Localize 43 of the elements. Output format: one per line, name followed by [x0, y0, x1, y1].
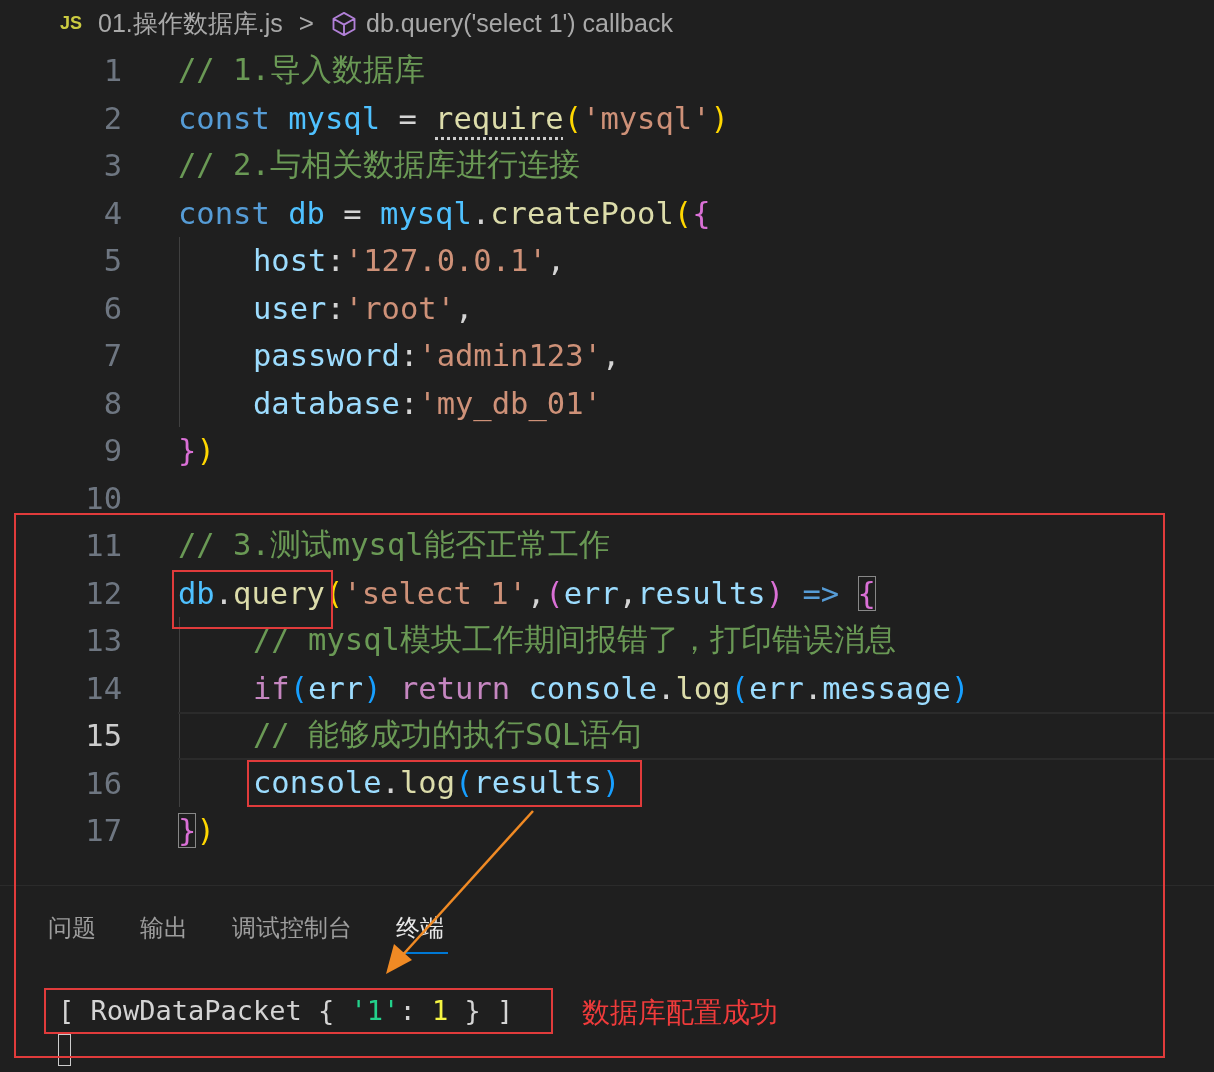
line-number: 6 [102, 290, 122, 326]
cube-icon [330, 9, 358, 38]
line-number: 10 [84, 480, 122, 516]
breadcrumb-symbol[interactable]: db.query('select 1') callback [366, 9, 673, 38]
code-line: console.log(results) [253, 764, 621, 800]
code-line: // 1.导入数据库 [178, 51, 425, 90]
code-line: if(err) return console.log(err.message) [253, 670, 970, 706]
line-number: 13 [84, 623, 122, 659]
code-line: password:'admin123', [253, 338, 621, 374]
panel-tab[interactable]: 输出 [136, 907, 192, 954]
terminal-output: [ RowDataPacket { '1': 1 } ] [58, 994, 514, 1026]
code-line: // mysql模块工作期间报错了，打印错误消息 [253, 621, 896, 660]
line-number: 7 [102, 338, 122, 374]
line-number: 14 [84, 670, 122, 706]
line-number: 2 [102, 100, 122, 136]
code-line: host:'127.0.0.1', [253, 243, 566, 279]
line-number: 12 [84, 575, 122, 611]
panel-tab[interactable]: 问题 [44, 907, 100, 954]
line-number: 8 [102, 385, 122, 421]
code-line: const mysql = require('mysql') [178, 100, 729, 136]
line-number: 3 [102, 148, 122, 184]
code-line: }) [178, 433, 215, 469]
line-number: 9 [102, 433, 122, 469]
code-line: const db = mysql.createPool({ [178, 195, 711, 231]
line-number: 5 [102, 243, 122, 279]
annotation-text: 数据库配置成功 [582, 995, 778, 1031]
line-number: 1 [102, 53, 122, 89]
line-number: 4 [102, 195, 122, 231]
code-line: // 3.测试mysql能否正常工作 [178, 526, 610, 565]
panel-tab[interactable]: 调试控制台 [228, 907, 356, 954]
line-number: 15 [84, 718, 122, 754]
terminal-cursor [58, 1033, 71, 1066]
breadcrumb-separator: > [298, 8, 314, 39]
line-number: 16 [84, 765, 122, 801]
line-number: 11 [84, 528, 122, 564]
code-line: // 2.与相关数据库进行连接 [178, 146, 580, 185]
code-line: user:'root', [253, 290, 474, 326]
line-number: 17 [84, 813, 122, 849]
code-line: }) [178, 813, 215, 849]
code-line: database:'my_db_01' [253, 385, 602, 421]
js-file-icon: JS [60, 13, 83, 34]
code-line: // 能够成功的执行SQL语句 [253, 716, 643, 755]
breadcrumb-file[interactable]: 01.操作数据库.js [98, 7, 283, 40]
